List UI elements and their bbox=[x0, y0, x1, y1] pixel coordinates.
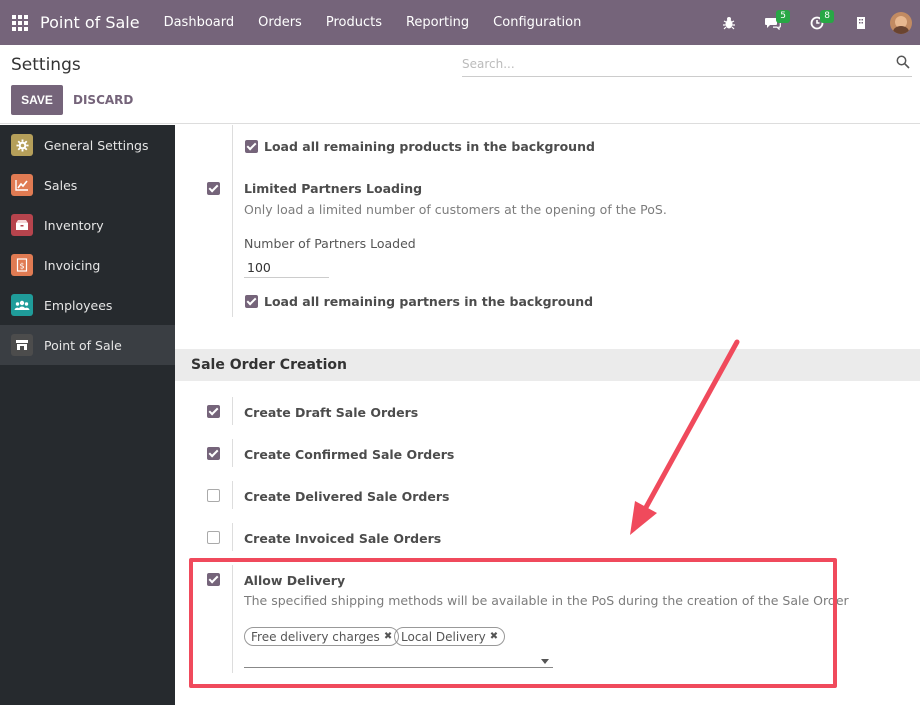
limited-partners-label: Limited Partners Loading bbox=[244, 181, 423, 196]
remove-tag-icon[interactable]: ✖ bbox=[490, 631, 498, 642]
invoiced-sale-orders-label: Create Invoiced Sale Orders bbox=[244, 531, 442, 546]
discard-button[interactable]: DISCARD bbox=[73, 85, 133, 115]
section-sale-order-creation: Sale Order Creation bbox=[175, 349, 920, 381]
svg-text:$: $ bbox=[19, 262, 24, 271]
allow-delivery-label: Allow Delivery bbox=[244, 573, 346, 588]
chat-badge: 5 bbox=[776, 9, 790, 23]
sidebar-item-label: Invoicing bbox=[44, 257, 101, 273]
sidebar-item-label: Inventory bbox=[44, 217, 104, 233]
tag-label: Local Delivery bbox=[401, 629, 486, 644]
load-products-checkbox[interactable] bbox=[245, 140, 258, 153]
draft-sale-orders-label: Create Draft Sale Orders bbox=[244, 405, 419, 420]
limited-partners-checkbox[interactable] bbox=[207, 182, 220, 195]
divider-line bbox=[232, 177, 233, 317]
box-icon bbox=[11, 214, 33, 236]
load-products-label: Load all remaining products in the backg… bbox=[264, 139, 595, 154]
allow-delivery-checkbox[interactable] bbox=[207, 573, 220, 586]
bug-icon[interactable] bbox=[714, 8, 744, 38]
user-avatar[interactable] bbox=[890, 11, 912, 34]
apps-menu-icon[interactable] bbox=[12, 14, 28, 31]
chart-icon bbox=[11, 174, 33, 196]
page-title: Settings bbox=[11, 55, 81, 75]
tag-free-delivery[interactable]: Free delivery charges ✖ bbox=[244, 627, 400, 646]
sidebar-item-label: Point of Sale bbox=[44, 337, 122, 353]
limited-partners-help: Only load a limited number of customers … bbox=[244, 202, 667, 217]
activity-badge: 8 bbox=[820, 9, 834, 23]
invoice-icon: $ bbox=[11, 254, 33, 276]
sidebar-item-employees[interactable]: Employees bbox=[0, 285, 175, 325]
shipping-methods-input[interactable] bbox=[244, 667, 553, 668]
activity-clock-icon[interactable]: 8 bbox=[802, 8, 834, 38]
settings-sidebar: General Settings Sales Inventory $ Invoi… bbox=[0, 125, 175, 705]
delivered-sale-orders-label: Create Delivered Sale Orders bbox=[244, 489, 450, 504]
chat-icon[interactable]: 5 bbox=[758, 8, 790, 38]
users-icon bbox=[11, 294, 33, 316]
draft-sale-orders-checkbox[interactable] bbox=[207, 405, 220, 418]
sidebar-item-general-settings[interactable]: General Settings bbox=[0, 125, 175, 165]
menu-configuration[interactable]: Configuration bbox=[493, 15, 581, 30]
sidebar-item-label: Sales bbox=[44, 177, 78, 193]
menu-orders[interactable]: Orders bbox=[258, 15, 302, 30]
sidebar-item-label: Employees bbox=[44, 297, 113, 313]
search-icon[interactable] bbox=[896, 55, 910, 69]
app-brand[interactable]: Point of Sale bbox=[40, 13, 140, 32]
load-partners-label: Load all remaining partners in the backg… bbox=[264, 294, 594, 309]
chevron-down-icon[interactable] bbox=[541, 659, 549, 664]
menu-dashboard[interactable]: Dashboard bbox=[164, 15, 235, 30]
partners-number-input[interactable]: 100 bbox=[244, 258, 329, 278]
divider-line bbox=[232, 439, 233, 467]
tag-local-delivery[interactable]: Local Delivery ✖ bbox=[394, 627, 506, 646]
sidebar-item-point-of-sale[interactable]: Point of Sale bbox=[0, 325, 175, 365]
divider-line bbox=[232, 125, 233, 185]
sidebar-item-inventory[interactable]: Inventory bbox=[0, 205, 175, 245]
search-input[interactable] bbox=[462, 53, 882, 75]
settings-content: Load all remaining products in the backg… bbox=[175, 125, 920, 705]
confirmed-sale-orders-checkbox[interactable] bbox=[207, 447, 220, 460]
sidebar-item-sales[interactable]: Sales bbox=[0, 165, 175, 205]
divider-line bbox=[232, 397, 233, 425]
control-panel: Settings SAVE DISCARD bbox=[0, 45, 920, 124]
divider-line bbox=[232, 565, 233, 673]
gear-icon bbox=[11, 134, 33, 156]
sidebar-item-label: General Settings bbox=[44, 137, 149, 153]
partners-number-label: Number of Partners Loaded bbox=[244, 236, 416, 251]
top-navbar: Point of Sale Dashboard Orders Products … bbox=[0, 0, 920, 45]
search-bar bbox=[462, 53, 912, 77]
menu-reporting[interactable]: Reporting bbox=[406, 15, 469, 30]
divider-line bbox=[232, 481, 233, 509]
delivered-sale-orders-checkbox[interactable] bbox=[207, 489, 220, 502]
remove-tag-icon[interactable]: ✖ bbox=[384, 631, 392, 642]
save-button[interactable]: SAVE bbox=[11, 85, 63, 115]
company-building-icon[interactable] bbox=[846, 8, 876, 38]
divider-line bbox=[232, 523, 233, 551]
shop-icon bbox=[11, 334, 33, 356]
menu-products[interactable]: Products bbox=[326, 15, 382, 30]
sidebar-item-invoicing[interactable]: $ Invoicing bbox=[0, 245, 175, 285]
allow-delivery-help: The specified shipping methods will be a… bbox=[244, 593, 849, 608]
navbar-systray: 5 8 bbox=[700, 0, 920, 45]
load-partners-checkbox[interactable] bbox=[245, 295, 258, 308]
invoiced-sale-orders-checkbox[interactable] bbox=[207, 531, 220, 544]
confirmed-sale-orders-label: Create Confirmed Sale Orders bbox=[244, 447, 455, 462]
tag-label: Free delivery charges bbox=[251, 629, 380, 644]
